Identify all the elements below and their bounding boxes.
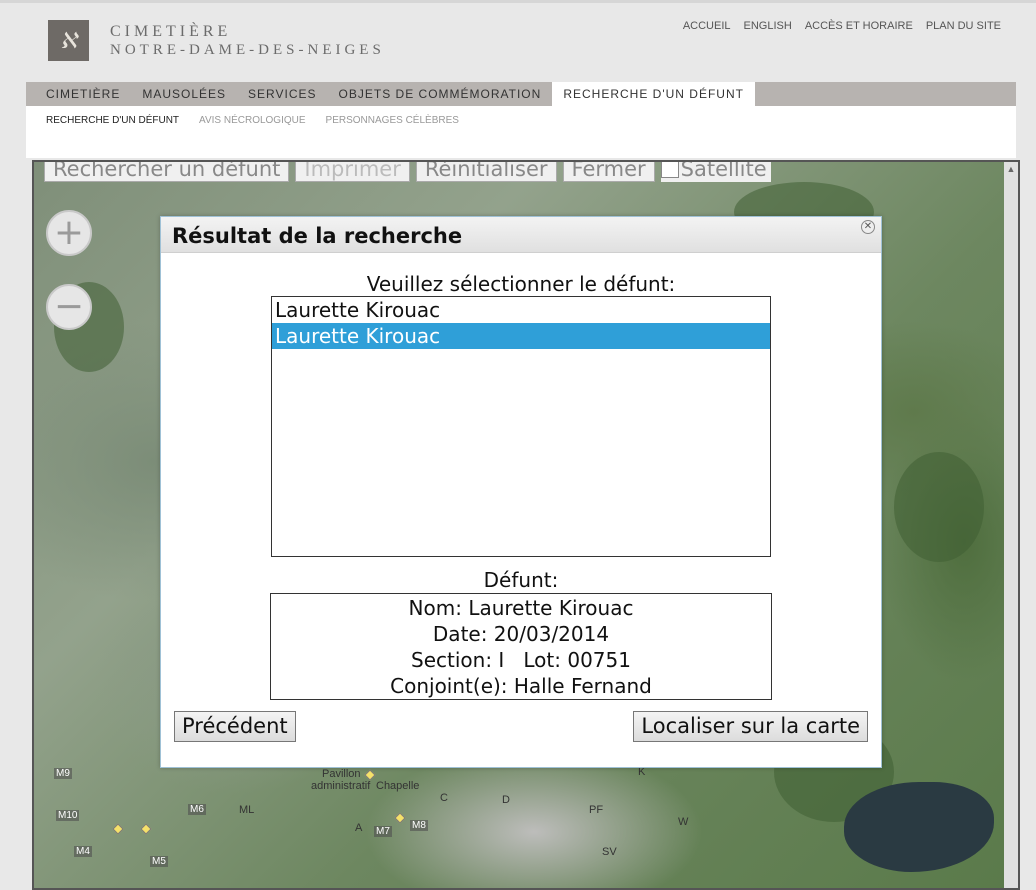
satellite-toggle[interactable]: Satellite (660, 160, 771, 182)
map-marker[interactable] (140, 823, 152, 835)
info-nom: Nom: Laurette Kirouac (408, 596, 634, 620)
map-scrollbar[interactable]: ▲ (1004, 162, 1018, 888)
info-conjoint: Conjoint(e): Halle Fernand (390, 674, 652, 698)
reset-button[interactable]: Réinitialiser (415, 162, 557, 182)
map-label-section-pf: PF (589, 804, 604, 816)
subnav-personnages-celebres[interactable]: PERSONNAGES CÉLÈBRES (326, 115, 459, 158)
link-acces-horaire[interactable]: ACCÈS ET HORAIRE (805, 20, 913, 32)
close-icon[interactable]: ✕ (861, 220, 875, 234)
link-english[interactable]: ENGLISH (744, 20, 792, 32)
map-label-pavillon: Pavillon (322, 768, 361, 780)
dialog-title: Résultat de la recherche (161, 217, 881, 253)
info-date: Date: 20/03/2014 (432, 622, 610, 646)
main-nav: CIMETIÈRE MAUSOLÉES SERVICES OBJETS DE C… (26, 82, 1016, 106)
logo[interactable]: ℵ (48, 20, 89, 61)
map-label-section-d: D (502, 794, 510, 806)
map-label-section-w: W (678, 816, 689, 828)
map-label-section-a: A (355, 822, 363, 834)
minus-icon: − (53, 286, 85, 327)
nav-services[interactable]: SERVICES (237, 82, 327, 106)
map-label-section-ml: ML (239, 804, 255, 816)
nav-cimetiere[interactable]: CIMETIÈRE (26, 82, 131, 106)
print-button[interactable]: Imprimer (295, 162, 410, 182)
zoom-in-button[interactable]: + (46, 210, 92, 256)
map-marker[interactable] (394, 812, 406, 824)
top-links: ACCUEIL ENGLISH ACCÈS ET HORAIRE PLAN DU… (683, 20, 1001, 32)
map-marker[interactable] (112, 823, 124, 835)
map-tag-m7[interactable]: M7 (374, 826, 392, 837)
search-defunt-button[interactable]: Rechercher un défunt (44, 162, 290, 182)
nav-mausolees[interactable]: MAUSOLÉES (131, 82, 237, 106)
link-plan-du-site[interactable]: PLAN DU SITE (926, 20, 1001, 32)
defunt-label: Défunt: (483, 568, 559, 592)
subnav-recherche-defunt[interactable]: RECHERCHE D'UN DÉFUNT (46, 115, 179, 158)
select-prompt: Veuillez sélectionner le défunt: (366, 272, 676, 296)
sub-nav: RECHERCHE D'UN DÉFUNT AVIS NÉCROLOGIQUE … (26, 106, 1016, 158)
defunt-info-box: Nom: Laurette Kirouac Date: 20/03/2014 S… (270, 593, 772, 700)
scroll-up-icon[interactable]: ▲ (1004, 162, 1018, 176)
map-label-administratif: administratif (311, 780, 371, 792)
close-button[interactable]: Fermer (562, 162, 655, 182)
defunt-listbox[interactable]: Laurette Kirouac Laurette Kirouac (271, 296, 771, 557)
nav-objets-commemoration[interactable]: OBJETS DE COMMÉMORATION (328, 82, 553, 106)
map-label-chapelle: Chapelle (376, 780, 420, 792)
map-marker[interactable] (364, 769, 376, 781)
map-tag-m10[interactable]: M10 (56, 810, 80, 821)
satellite-label: Satellite (680, 160, 767, 181)
locate-on-map-button[interactable]: Localiser sur la carte (633, 711, 868, 742)
previous-button[interactable]: Précédent (174, 711, 296, 742)
search-result-dialog: Résultat de la recherche ✕ Veuillez séle… (160, 216, 882, 768)
map-tag-m5[interactable]: M5 (150, 856, 168, 867)
map-lake (844, 782, 994, 872)
map-tag-m9[interactable]: M9 (54, 768, 72, 779)
link-accueil[interactable]: ACCUEIL (683, 20, 731, 32)
map-tag-m6[interactable]: M6 (188, 804, 206, 815)
plus-icon: + (53, 212, 85, 253)
logo-glyph: ℵ (60, 27, 77, 53)
site-name-line1: Cimetière (110, 23, 232, 40)
satellite-checkbox[interactable] (660, 162, 679, 178)
nav-recherche-defunt[interactable]: RECHERCHE D'UN DÉFUNT (552, 82, 755, 106)
top-strip (0, 0, 1036, 3)
map-tag-m8[interactable]: M8 (410, 820, 428, 831)
site-name[interactable]: Cimetière Notre-Dame-des-Neiges (110, 22, 385, 60)
map-forest (894, 452, 984, 562)
zoom-out-button[interactable]: − (46, 284, 92, 330)
map-toolbar: Rechercher un défunt Imprimer Réinitiali… (44, 160, 771, 182)
info-section-lot: Section: I Lot: 00751 (411, 648, 631, 672)
map-label-section-c: C (440, 792, 448, 804)
map-label-section-sv: SV (602, 846, 617, 858)
subnav-avis-necrologique[interactable]: AVIS NÉCROLOGIQUE (199, 115, 306, 158)
map-tag-m4[interactable]: M4 (74, 846, 92, 857)
list-item-selected[interactable]: Laurette Kirouac (272, 323, 770, 349)
site-name-line2: Notre-Dame-des-Neiges (110, 42, 385, 58)
list-item[interactable]: Laurette Kirouac (272, 297, 770, 323)
